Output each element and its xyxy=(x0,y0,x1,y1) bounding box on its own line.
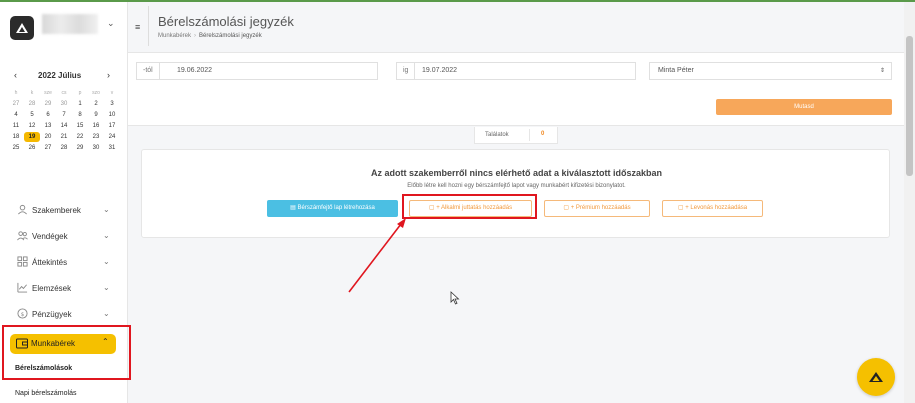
logo-icon xyxy=(869,372,883,382)
floating-action-button[interactable] xyxy=(857,358,895,396)
annotation-arrow xyxy=(348,218,406,293)
mouse-cursor-icon xyxy=(450,291,460,305)
